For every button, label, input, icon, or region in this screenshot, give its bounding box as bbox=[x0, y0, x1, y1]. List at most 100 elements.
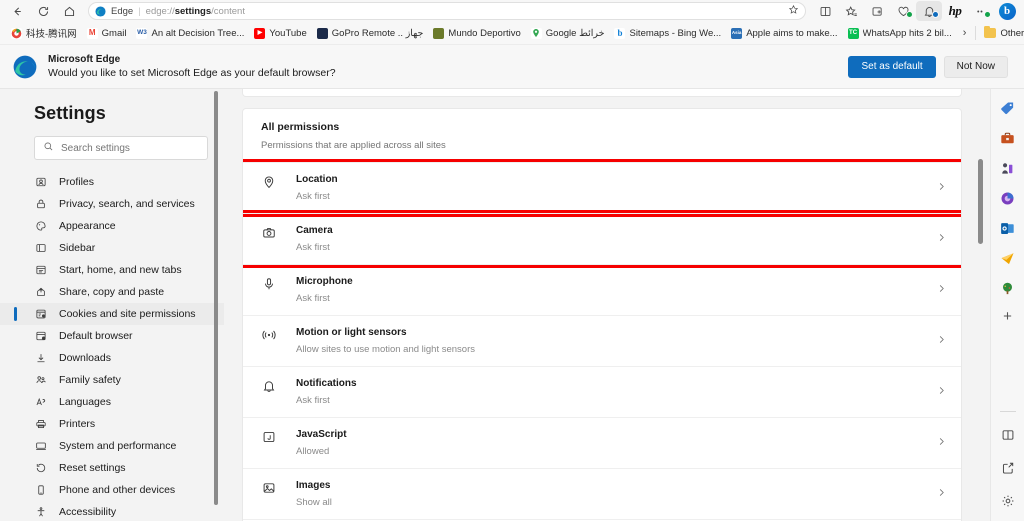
set-as-default-button[interactable]: Set as default bbox=[848, 55, 936, 78]
default-browser-icon bbox=[34, 329, 48, 343]
sidebar-scrollbar-thumb[interactable] bbox=[214, 91, 218, 505]
split-view-icon[interactable] bbox=[1001, 428, 1015, 447]
chevron-right-icon[interactable] bbox=[936, 281, 947, 299]
image-creator-icon[interactable] bbox=[999, 189, 1017, 207]
chevron-right-icon[interactable] bbox=[936, 230, 947, 248]
page-scrollbar[interactable] bbox=[978, 89, 983, 521]
chevron-right-icon[interactable] bbox=[936, 485, 947, 503]
split-screen-icon[interactable] bbox=[812, 1, 838, 21]
other-favorites-label: Other favorites bbox=[1000, 27, 1024, 39]
shopping-tag-icon[interactable] bbox=[999, 99, 1017, 117]
bookmark-item[interactable]: M Gmail bbox=[82, 26, 132, 41]
bookmark-item[interactable]: TC WhatsApp hits 2 bil... bbox=[843, 26, 957, 41]
sidebar-item-downloads[interactable]: Downloads bbox=[0, 347, 224, 369]
permission-row-javascript[interactable]: JavaScript Allowed bbox=[243, 417, 961, 468]
sidebar-item-label: Phone and other devices bbox=[59, 484, 176, 496]
sidebar-settings-icon[interactable] bbox=[1001, 494, 1015, 513]
tree-icon[interactable] bbox=[999, 279, 1017, 297]
sidebar-item-label: Reset settings bbox=[59, 462, 126, 474]
address-bar[interactable]: Edge | edge://settings/content bbox=[88, 2, 806, 20]
chevron-right-icon[interactable] bbox=[936, 383, 947, 401]
not-now-button[interactable]: Not Now bbox=[943, 55, 1008, 78]
sidebar-item-share-copy-paste[interactable]: Share, copy and paste bbox=[0, 281, 224, 303]
sidebar-item-default-browser[interactable]: Default browser bbox=[0, 325, 224, 347]
permission-status: Allowed bbox=[296, 446, 330, 457]
bookmark-label: An alt Decision Tree... bbox=[151, 27, 245, 39]
sidebar-item-languages[interactable]: Languages bbox=[0, 391, 224, 413]
permission-row-microphone[interactable]: Microphone Ask first bbox=[243, 264, 961, 315]
site-favicon bbox=[433, 27, 445, 39]
image-icon bbox=[261, 481, 277, 495]
bookmarks-bar: 科技-腾讯网 M Gmail W3 An alt Decision Tree..… bbox=[0, 22, 1024, 45]
sidebar-item-profiles[interactable]: Profiles bbox=[0, 171, 224, 193]
add-favorite-star-icon[interactable] bbox=[788, 2, 799, 20]
back-arrow-icon[interactable] bbox=[4, 1, 30, 21]
sidebar-item-appearance[interactable]: Appearance bbox=[0, 215, 224, 237]
sidebar-item-cookies-and-site-permissions[interactable]: Cookies and site permissions bbox=[0, 303, 224, 325]
settings-content: All permissions Permissions that are app… bbox=[224, 89, 990, 521]
sidebar-item-sidebar[interactable]: Sidebar bbox=[0, 237, 224, 259]
sidebar-item-family-safety[interactable]: Family safety bbox=[0, 369, 224, 391]
permission-row-motion-or-light-sensors[interactable]: Motion or light sensors Allow sites to u… bbox=[243, 315, 961, 366]
collections-icon[interactable] bbox=[864, 1, 890, 21]
sidebar-scrollbar[interactable] bbox=[214, 91, 218, 513]
games-icon[interactable] bbox=[999, 159, 1017, 177]
tools-icon[interactable] bbox=[999, 129, 1017, 147]
permission-row-camera[interactable]: Camera Ask first bbox=[243, 210, 961, 268]
sidebar-item-privacy[interactable]: Privacy, search, and services bbox=[0, 193, 224, 215]
sidebar-item-label: Family safety bbox=[59, 374, 121, 386]
hp-logo-icon[interactable]: hp bbox=[942, 1, 968, 21]
search-icon bbox=[43, 139, 54, 157]
add-sidebar-app-icon[interactable]: + bbox=[1003, 309, 1012, 324]
refresh-icon[interactable] bbox=[30, 1, 56, 21]
chevron-right-icon[interactable] bbox=[936, 179, 947, 197]
permission-row-images[interactable]: Images Show all bbox=[243, 468, 961, 519]
settings-and-more-icon[interactable] bbox=[968, 1, 994, 21]
bookmark-item[interactable]: 科技-腾讯网 bbox=[6, 24, 82, 42]
bookmark-item[interactable]: ▶ YouTube bbox=[249, 26, 311, 41]
notifications-icon[interactable] bbox=[916, 1, 942, 21]
bookmark-item[interactable]: Asia Apple aims to make... bbox=[726, 26, 842, 41]
open-in-new-window-icon[interactable] bbox=[1001, 461, 1015, 480]
permission-name: JavaScript bbox=[296, 429, 347, 440]
chevron-right-icon[interactable] bbox=[936, 434, 947, 452]
search-input[interactable] bbox=[61, 142, 199, 154]
permission-status: Ask first bbox=[296, 395, 330, 406]
other-favorites-folder[interactable]: Other favorites bbox=[979, 26, 1024, 41]
sidebar-item-system-and-performance[interactable]: System and performance bbox=[0, 435, 224, 457]
omnibox-url[interactable]: edge://settings/content bbox=[146, 6, 245, 17]
bookmark-item[interactable]: Mundo Deportivo bbox=[428, 26, 525, 41]
permission-name: Microphone bbox=[296, 276, 353, 287]
sidebar-item-phone-and-other-devices[interactable]: Phone and other devices bbox=[0, 479, 224, 501]
page-scrollbar-thumb[interactable] bbox=[978, 159, 983, 244]
bookmark-item[interactable]: b Sitemaps - Bing We... bbox=[609, 26, 726, 41]
sidebar-item-printers[interactable]: Printers bbox=[0, 413, 224, 435]
bookmark-label: WhatsApp hits 2 bil... bbox=[862, 27, 952, 39]
bookmark-item[interactable]: Google خرائط bbox=[526, 26, 610, 41]
reset-icon bbox=[34, 461, 48, 475]
window-icon bbox=[34, 263, 48, 277]
drop-icon[interactable] bbox=[999, 249, 1017, 267]
sidebar-item-accessibility[interactable]: Accessibility bbox=[0, 501, 224, 521]
javascript-icon bbox=[261, 430, 277, 444]
search-settings-box[interactable] bbox=[34, 136, 208, 160]
sidebar-item-label: Profiles bbox=[59, 176, 95, 188]
permission-row-location[interactable]: Location Ask first bbox=[243, 159, 961, 217]
copilot-icon[interactable]: b bbox=[994, 1, 1020, 21]
sidebar-item-label: Accessibility bbox=[59, 506, 117, 518]
sidebar-item-reset-settings[interactable]: Reset settings bbox=[0, 457, 224, 479]
chevron-right-icon[interactable] bbox=[936, 332, 947, 350]
outlook-icon[interactable] bbox=[999, 219, 1017, 237]
bookmarks-overflow-icon[interactable]: › bbox=[957, 27, 973, 39]
divider bbox=[999, 411, 1016, 412]
browser-essentials-icon[interactable] bbox=[890, 1, 916, 21]
bookmark-item[interactable]: W3 An alt Decision Tree... bbox=[131, 26, 249, 41]
permission-row-notifications[interactable]: Notifications Ask first bbox=[243, 366, 961, 417]
bookmark-item[interactable]: GoPro Remote .. جهاز bbox=[312, 26, 429, 41]
sidebar-item-start-home[interactable]: Start, home, and new tabs bbox=[0, 259, 224, 281]
home-icon[interactable] bbox=[56, 1, 82, 21]
edge-sidebar: + bbox=[990, 89, 1024, 521]
profile-icon bbox=[34, 175, 48, 189]
favorites-icon[interactable] bbox=[838, 1, 864, 21]
default-browser-banner: Microsoft Edge Would you like to set Mic… bbox=[0, 45, 1024, 89]
